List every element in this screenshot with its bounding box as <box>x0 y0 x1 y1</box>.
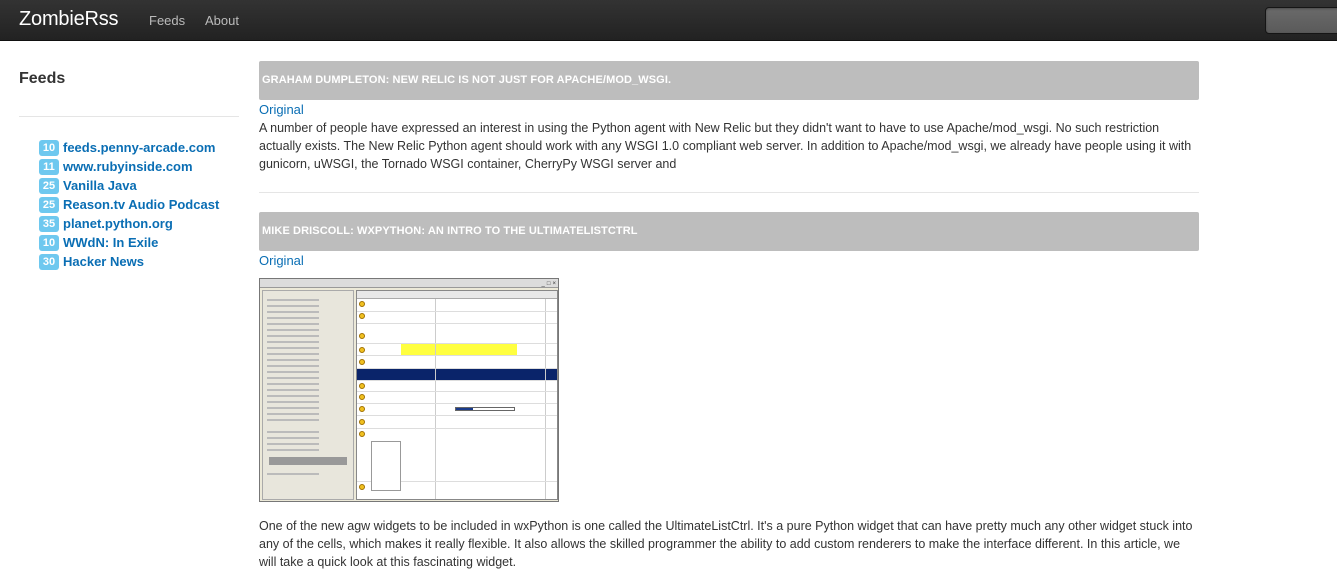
original-link[interactable]: Original <box>259 253 304 268</box>
post-header: GRAHAM DUMPLETON: NEW RELIC IS NOT JUST … <box>259 61 1199 100</box>
unread-count-badge: 25 <box>39 196 59 213</box>
unread-count-badge: 25 <box>39 177 59 194</box>
feed-link[interactable]: planet.python.org <box>63 216 173 231</box>
feed-list: 10 feeds.penny-arcade.com 11 www.rubyins… <box>39 138 219 271</box>
original-link[interactable]: Original <box>259 102 304 117</box>
feed-link[interactable]: Reason.tv Audio Podcast <box>63 197 219 212</box>
feed-link[interactable]: feeds.penny-arcade.com <box>63 140 215 155</box>
image-list-panel <box>356 290 558 500</box>
image-window-titlebar: _□× <box>260 279 558 288</box>
feed-item[interactable]: 11 www.rubyinside.com <box>39 157 219 176</box>
post-divider <box>259 192 1199 193</box>
post-header: MIKE DRISCOLL: WXPYTHON: AN INTRO TO THE… <box>259 212 1199 251</box>
window-buttons-icon: _□× <box>541 281 558 287</box>
feed-item[interactable]: 35 planet.python.org <box>39 214 219 233</box>
post-body: A number of people have expressed an int… <box>259 121 1192 171</box>
post-title-link[interactable]: GRAHAM DUMPLETON: NEW RELIC IS NOT JUST … <box>262 74 671 86</box>
feed-link[interactable]: Hacker News <box>63 254 144 269</box>
sidebar-divider <box>19 116 239 117</box>
top-navbar: ZombieRss Feeds About <box>0 0 1337 41</box>
unread-count-badge: 10 <box>39 139 59 156</box>
post-screenshot-image: _□× <box>259 278 559 502</box>
unread-count-badge: 10 <box>39 234 59 251</box>
feed-link[interactable]: www.rubyinside.com <box>63 159 193 174</box>
nav-about-link[interactable]: About <box>205 13 239 28</box>
feed-item[interactable]: 30 Hacker News <box>39 252 219 271</box>
post-body: One of the new agw widgets to be include… <box>259 519 1193 569</box>
nav-feeds-link[interactable]: Feeds <box>149 13 185 28</box>
feed-item[interactable]: 25 Reason.tv Audio Podcast <box>39 195 219 214</box>
unread-count-badge: 30 <box>39 253 59 270</box>
search-input[interactable] <box>1265 7 1337 34</box>
feed-item[interactable]: 10 feeds.penny-arcade.com <box>39 138 219 157</box>
post-title-link[interactable]: MIKE DRISCOLL: WXPYTHON: AN INTRO TO THE… <box>262 225 638 237</box>
sidebar-title: Feeds <box>19 70 66 87</box>
unread-count-badge: 35 <box>39 215 59 232</box>
image-options-panel <box>262 290 354 500</box>
feed-link[interactable]: Vanilla Java <box>63 178 137 193</box>
brand-logo[interactable]: ZombieRss <box>19 8 119 31</box>
feed-item[interactable]: 10 WWdN: In Exile <box>39 233 219 252</box>
feed-item[interactable]: 25 Vanilla Java <box>39 176 219 195</box>
unread-count-badge: 11 <box>39 158 59 175</box>
feed-link[interactable]: WWdN: In Exile <box>63 235 158 250</box>
